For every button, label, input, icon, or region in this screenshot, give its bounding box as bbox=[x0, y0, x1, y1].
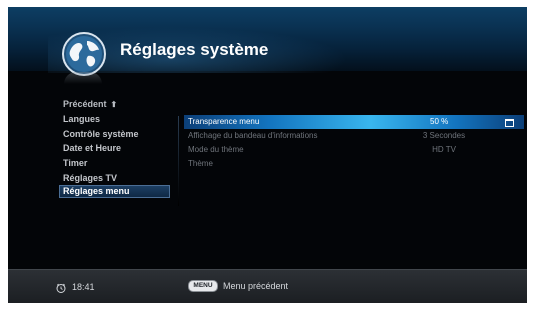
setting-value: 50 % bbox=[430, 117, 449, 126]
settings-list: Transparence menu 50 % Affichage du band… bbox=[184, 115, 524, 171]
menu-item-reglages-menu[interactable]: Réglages menu bbox=[59, 185, 170, 199]
column-divider bbox=[178, 116, 179, 206]
clock-icon bbox=[56, 283, 66, 293]
menu-item-date-et-heure[interactable]: Date et Heure bbox=[61, 141, 181, 155]
setting-label: Transparence menu bbox=[188, 117, 260, 126]
setting-row-bandeau[interactable]: Affichage du bandeau d'informations 3 Se… bbox=[184, 129, 524, 143]
setting-label: Thème bbox=[188, 159, 213, 168]
setting-row-mode-theme[interactable]: Mode du thème HD TV bbox=[184, 143, 524, 157]
back-label: Précédent bbox=[63, 99, 107, 109]
setting-row-theme[interactable]: Thème bbox=[184, 157, 524, 171]
up-arrow-icon: ⬆ bbox=[110, 100, 118, 109]
menu-item-reglages-tv[interactable]: Réglages TV bbox=[61, 171, 181, 185]
logo-reflection bbox=[64, 72, 102, 84]
footer-bar: 18:41 MENU Menu précédent bbox=[8, 269, 527, 303]
tv-screen: Réglages système Précédent ⬆ Langues Cont… bbox=[8, 7, 527, 303]
menu-item-timer[interactable]: Timer bbox=[61, 156, 181, 170]
settings-menu: Précédent ⬆ Langues Contrôle système Date… bbox=[59, 97, 181, 199]
menu-key-icon[interactable]: MENU bbox=[188, 280, 218, 292]
setting-label: Mode du thème bbox=[188, 145, 244, 154]
menu-hint: Menu précédent bbox=[223, 281, 289, 291]
setting-value: 3 Secondes bbox=[422, 131, 466, 140]
setting-row-transparence[interactable]: Transparence menu 50 % bbox=[184, 115, 524, 129]
setting-label: Affichage du bandeau d'informations bbox=[188, 131, 318, 140]
clock-time: 18:41 bbox=[72, 282, 95, 292]
globe-logo-icon bbox=[62, 32, 106, 76]
menu-item-langues[interactable]: Langues bbox=[61, 112, 181, 126]
edit-icon[interactable] bbox=[505, 119, 514, 127]
menu-item-controle-systeme[interactable]: Contrôle système bbox=[61, 127, 181, 141]
page-title: Réglages système bbox=[120, 40, 269, 59]
back-item[interactable]: Précédent ⬆ bbox=[61, 97, 181, 111]
setting-value: HD TV bbox=[432, 145, 456, 154]
